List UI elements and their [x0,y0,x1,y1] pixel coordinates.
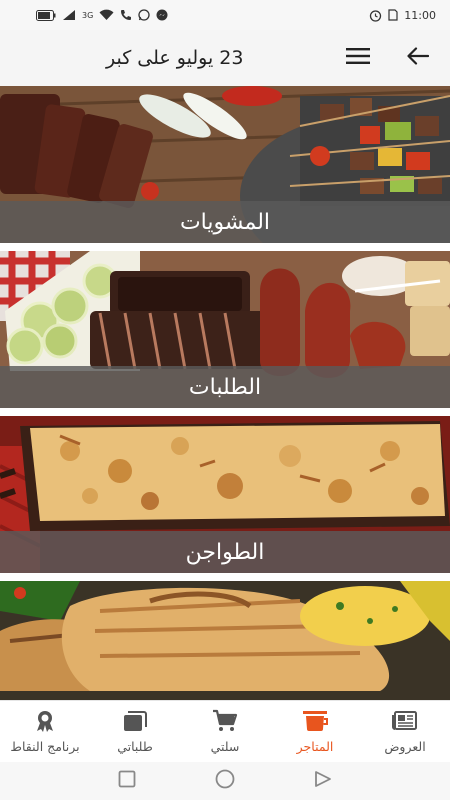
newspaper-icon [392,709,418,733]
back-button[interactable] [404,44,432,72]
nav-item-offers[interactable]: العروض [360,701,450,762]
arrow-left-icon [407,47,430,69]
battery-icon [36,9,56,21]
award-badge-icon [32,709,58,733]
phone-icon [120,9,132,21]
category-card-chicken[interactable] [0,581,450,700]
signal-icon [62,9,76,21]
store-cup-icon [302,709,328,733]
cart-icon [212,709,238,733]
category-card-orders[interactable]: الطلبات [0,251,450,408]
wifi-icon [99,9,114,21]
nav-item-stores[interactable]: المتاجر [270,701,360,762]
bottom-nav: العروض المتاجر سلتي طلباتي برنامج النقاط [0,700,450,762]
recents-button[interactable] [116,770,138,792]
system-back-button[interactable] [312,770,334,792]
nav-item-my-orders[interactable]: طلباتي [90,701,180,762]
orders-stack-icon [122,709,148,733]
whatsapp-icon [138,9,150,21]
circle-icon [215,769,235,793]
hamburger-icon [346,47,370,69]
messenger-icon [156,9,168,21]
alarm-icon [369,9,382,22]
status-bar: 3G 11:00 [0,0,450,30]
page-title: 23 يوليو على كبر [106,47,244,69]
category-label: المشويات [0,201,450,243]
home-button[interactable] [214,769,236,793]
nav-label-stores: المتاجر [296,739,334,754]
network-type: 3G [82,10,94,20]
nav-item-cart[interactable]: سلتي [180,701,270,762]
status-time: 11:00 [404,8,436,22]
nav-label-my-orders: طلباتي [117,739,153,754]
triangle-back-icon [314,770,332,792]
nav-item-points-program[interactable]: برنامج النقاط [0,701,90,762]
app-bar: 23 يوليو على كبر [0,30,450,86]
app-bar-actions [344,44,432,72]
system-nav-bar [0,762,450,800]
status-bar-right-group: 3G [36,9,168,21]
category-list: المشويات الطلبات الطواجن [0,86,450,700]
category-card-grills[interactable]: المشويات [0,86,450,243]
category-label: الطواجن [0,531,450,573]
menu-button[interactable] [344,44,372,72]
nav-label-points-program: برنامج النقاط [10,739,80,754]
nav-label-cart: سلتي [210,739,240,754]
status-bar-left-group: 11:00 [369,9,436,22]
category-card-casseroles[interactable]: الطواجن [0,416,450,573]
square-icon [118,770,136,792]
category-label: الطلبات [0,366,450,408]
nav-label-offers: العروض [384,739,426,754]
sim-icon [388,9,398,21]
chicken-photo [0,581,450,700]
